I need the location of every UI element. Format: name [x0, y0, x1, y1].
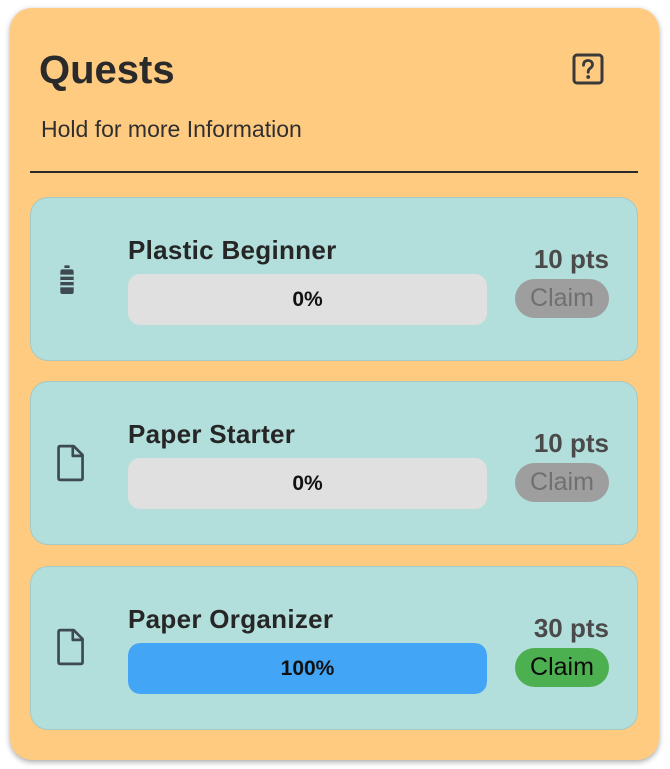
progress-label: 0%	[292, 288, 323, 311]
quest-name: Paper Organizer	[128, 604, 334, 634]
progress-label: 0%	[292, 472, 323, 495]
quests-panel: Quests Hold for more Information Plastic…	[10, 8, 659, 760]
quest-name: Plastic Beginner	[128, 235, 337, 265]
plastic-bottle-icon	[60, 265, 74, 294]
subtitle: Hold for more Information	[41, 116, 302, 142]
progress-bar: 0%	[128, 274, 487, 325]
claim-button[interactable]: Claim	[515, 279, 609, 318]
quest-points: 30 pts	[533, 613, 609, 643]
claim-button[interactable]: Claim	[515, 648, 609, 687]
quest-card-paper-starter[interactable]: Paper Starter 0% 10 pts Claim	[30, 381, 638, 545]
progress-label: 100%	[280, 657, 335, 680]
progress-bar: 100%	[128, 643, 487, 694]
page-title: Quests	[39, 48, 175, 92]
quest-name: Paper Starter	[128, 419, 296, 449]
claim-button[interactable]: Claim	[515, 463, 609, 502]
paper-document-icon	[57, 444, 84, 482]
quest-card-plastic-beginner[interactable]: Plastic Beginner 0% 10 pts Claim	[30, 197, 638, 361]
quest-points: 10 pts	[533, 428, 609, 458]
header-divider	[30, 171, 638, 173]
quest-card-paper-organizer[interactable]: Paper Organizer 100% 30 pts Claim	[30, 566, 638, 730]
progress-bar: 0%	[128, 458, 487, 509]
quest-points: 10 pts	[533, 244, 609, 274]
help-question-box-icon[interactable]	[571, 52, 605, 86]
paper-document-icon	[57, 628, 84, 666]
